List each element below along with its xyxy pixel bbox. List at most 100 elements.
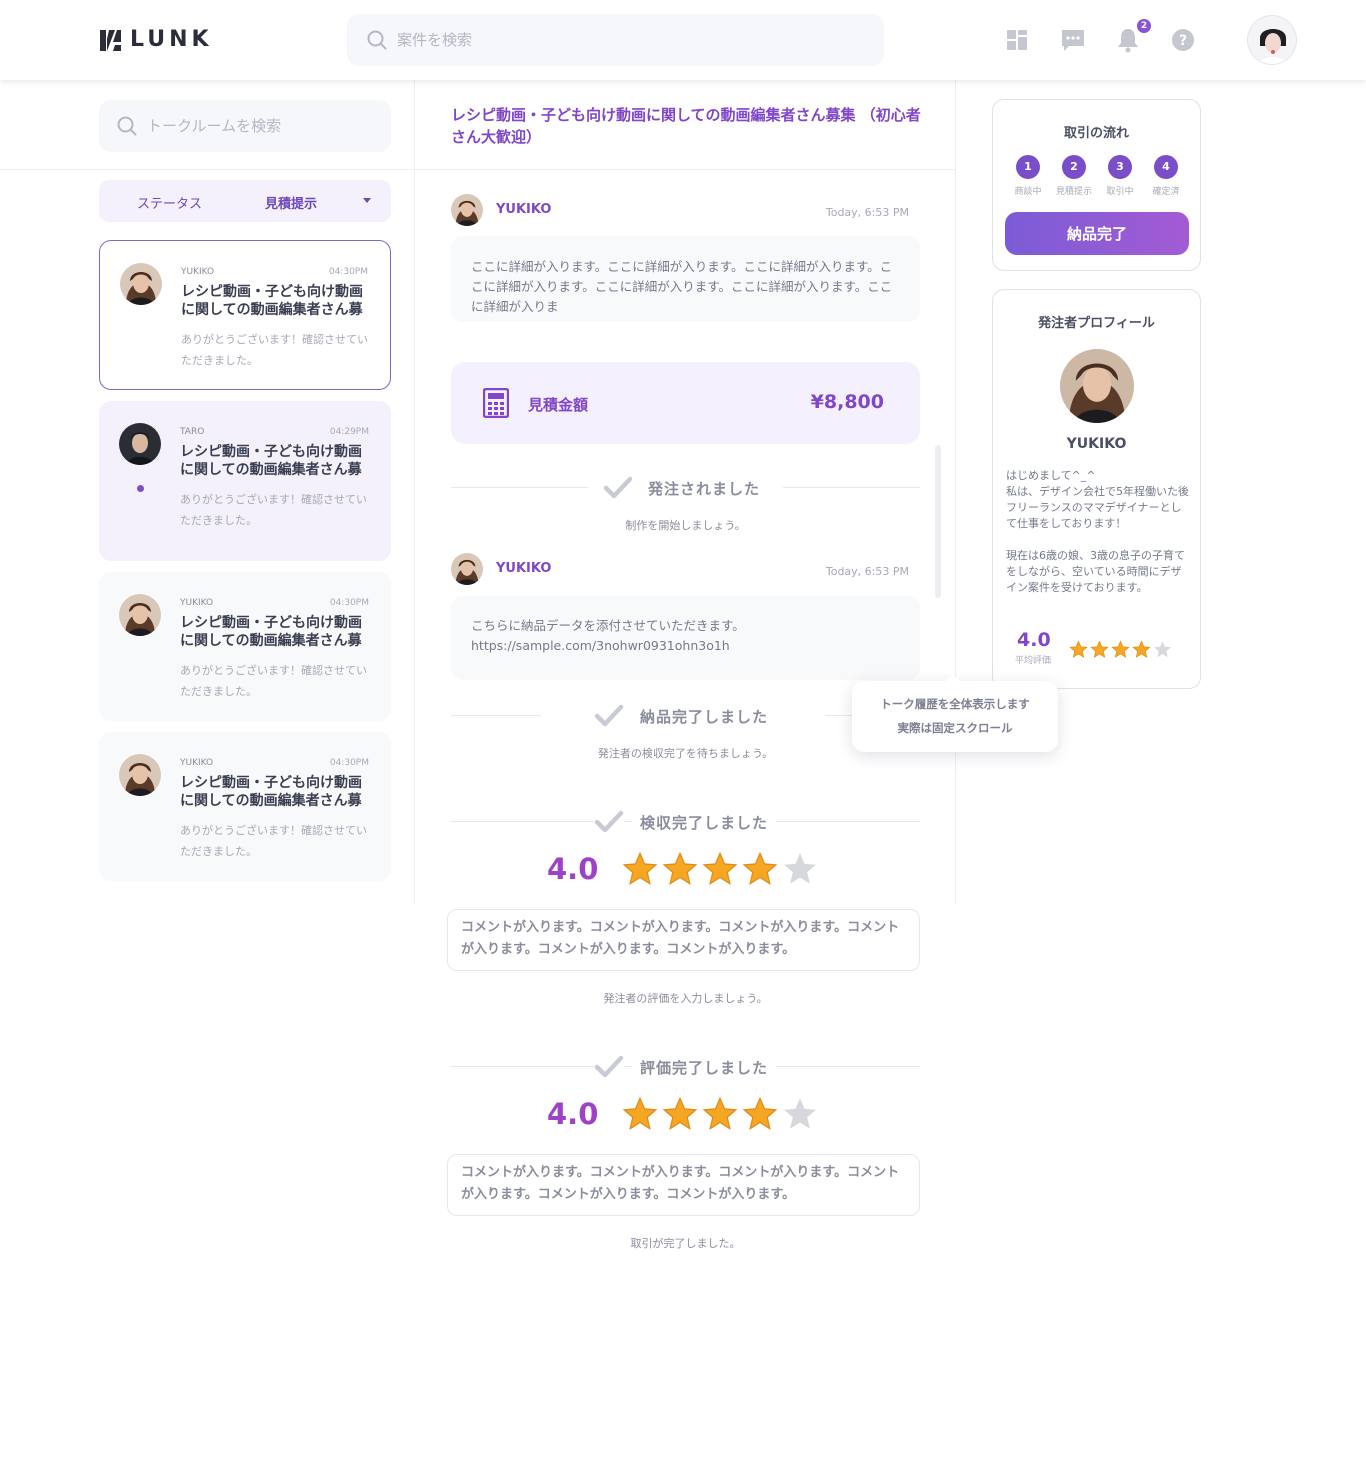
status-filter-value: 見積提示 [265,197,318,212]
room-preview: ありがとうございます！確認させていただきました。 [180,493,367,527]
step-number: 1 [1016,155,1040,179]
message-header: YUKIKO Today, 6:53 PM [451,194,921,226]
star-icon [1069,640,1088,658]
profile-title: 発注者プロフィール [1038,316,1155,331]
job-search-input[interactable] [397,31,817,49]
star-icon [1090,640,1109,658]
room-title: レシピ動画・子ども向け動画に関しての動画編集者さん募 [180,775,362,809]
delivery-complete-button[interactable]: 納品完了 [1005,212,1189,255]
step-label: 確定済 [1152,187,1180,197]
chat-icon[interactable] [1060,27,1086,53]
star-icon [662,851,698,885]
help-icon[interactable]: ? [1170,27,1196,53]
star-icon [742,851,778,885]
svg-text:?: ? [1179,33,1187,49]
user-avatar[interactable] [1247,15,1297,65]
caret-down-icon [363,198,371,203]
column-divider [955,80,956,905]
message-bubble: ここに詳細が入ります。ここに詳細が入ります。ここに詳細が入ります。ここに詳細が入… [451,236,920,322]
job-title[interactable]: レシピ動画・子ども向け動画に関しての動画編集者さん募集 （初心者さん大歓迎） [451,104,925,148]
notification-badge: 2 [1137,19,1151,33]
event-title: 納品完了しました [640,708,769,726]
star-icon [622,851,658,885]
star-icon [702,1096,738,1130]
flow-step: 1 商談中 [1008,155,1048,197]
room-search-input[interactable] [147,117,377,135]
event-title: 評価完了しました [632,1057,777,1078]
rating-score: 4.0 [547,1097,599,1131]
step-number: 3 [1108,155,1132,179]
room-user-name: YUKIKO [180,758,214,768]
event-inspected: 検収完了しました [451,805,920,839]
profile-name: YUKIKO [1066,436,1127,452]
unread-dot [137,485,144,492]
logo[interactable]: LUNK [100,29,213,51]
tooltip-line: トーク履歴を全体表示します [880,697,1030,711]
avatar [451,194,483,226]
room-search-bar[interactable] [99,100,391,152]
chat-scrollbar[interactable] [935,445,941,598]
event-rated: 評価完了しました [451,1050,920,1084]
bell-icon[interactable] [1115,27,1141,53]
room-user-name: YUKIKO [181,267,215,277]
logo-text: LUNK [130,27,213,52]
room-preview: ありがとうございます！確認させていただきました。 [180,664,367,698]
tooltip-line: 実際は固定スクロール [897,721,1013,735]
review-comment: コメントが入ります。コメントが入ります。コメントが入ります。コメントが入ります。… [447,909,920,971]
star-empty-icon [784,1098,816,1129]
logo-mark-icon [100,29,121,51]
profile-star-rating [1069,640,1172,659]
event-line [783,487,920,488]
room-preview: ありがとうございます！確認させていただきました。 [181,333,368,367]
room-preview: ありがとうございます！確認させていただきました。 [180,824,367,858]
quote-amount: ¥8,800 [810,391,884,413]
event-line [825,715,853,716]
flow-step: 4 確定済 [1146,155,1186,197]
header: LUNK 2 ? [0,0,1366,80]
check-icon [594,1053,624,1081]
check-icon [594,704,624,727]
star-icon [622,1096,658,1130]
status-filter-dropdown[interactable]: ステータス 見積提示 [99,180,391,222]
event-title: 検収完了しました [632,812,777,833]
star-rating [622,851,818,887]
avatar [119,423,161,465]
event-subtext: 発注者の検収完了を待ちましょう。 [597,747,774,760]
profile-rating-label: 平均評価 [1015,656,1052,666]
dashboard-icon[interactable] [1004,27,1030,53]
check-icon [603,476,633,499]
message-header: YUKIKO Today, 6:53 PM [451,553,921,585]
talk-room-item[interactable]: YUKIKO 04:30PM レシピ動画・子ども向け動画に関しての動画編集者さん… [99,240,391,390]
quote-card: 見積金額 ¥8,800 [451,362,920,444]
review-comment: コメントが入ります。コメントが入ります。コメントが入ります。コメントが入ります。… [447,1154,920,1216]
chat-header-divider [415,169,955,170]
check-icon [594,808,624,836]
room-time: 04:30PM [329,758,369,768]
avatar [119,754,161,796]
flow-title: 取引の流れ [1063,126,1129,141]
profile-avatar[interactable] [1060,349,1134,423]
sender-name: YUKIKO [496,561,552,576]
client-profile-card: 発注者プロフィール YUKIKO はじめまして^_^ 私は、デザイン会社で5年程… [992,289,1201,689]
search-icon [367,30,387,50]
talk-room-item[interactable]: YUKIKO 04:30PM レシピ動画・子ども向け動画に関しての動画編集者さん… [99,732,391,881]
star-icon [1132,640,1151,658]
room-user-name: YUKIKO [180,598,214,608]
star-empty-icon [1154,641,1171,658]
status-filter-label: ステータス [137,197,203,212]
room-title: レシピ動画・子ども向け動画に関しての動画編集者さん募 [181,284,363,318]
profile-bio: はじめまして^_^ 私は、デザイン会社で5年程働いた後フリーランスのママデザイナ… [1006,469,1189,594]
event-subtext: 制作を開始しましょう。 [625,519,746,532]
talk-room-item[interactable]: TARO 04:29PM レシピ動画・子ども向け動画に関しての動画編集者さん募 … [99,401,391,561]
job-search-bar[interactable] [347,14,884,66]
sender-name: YUKIKO [496,202,552,217]
room-time: 04:29PM [329,427,369,437]
flow-step: 3 取引中 [1100,155,1140,197]
column-divider [414,80,415,905]
avatar [120,263,162,305]
talk-room-item[interactable]: YUKIKO 04:30PM レシピ動画・子ども向け動画に関しての動画編集者さん… [99,572,391,721]
message-bubble[interactable]: こちらに納品データを添付させていただきます。 https://sample.co… [451,596,920,680]
step-number: 2 [1062,155,1086,179]
star-rating [622,1096,818,1132]
avatar [119,594,161,636]
